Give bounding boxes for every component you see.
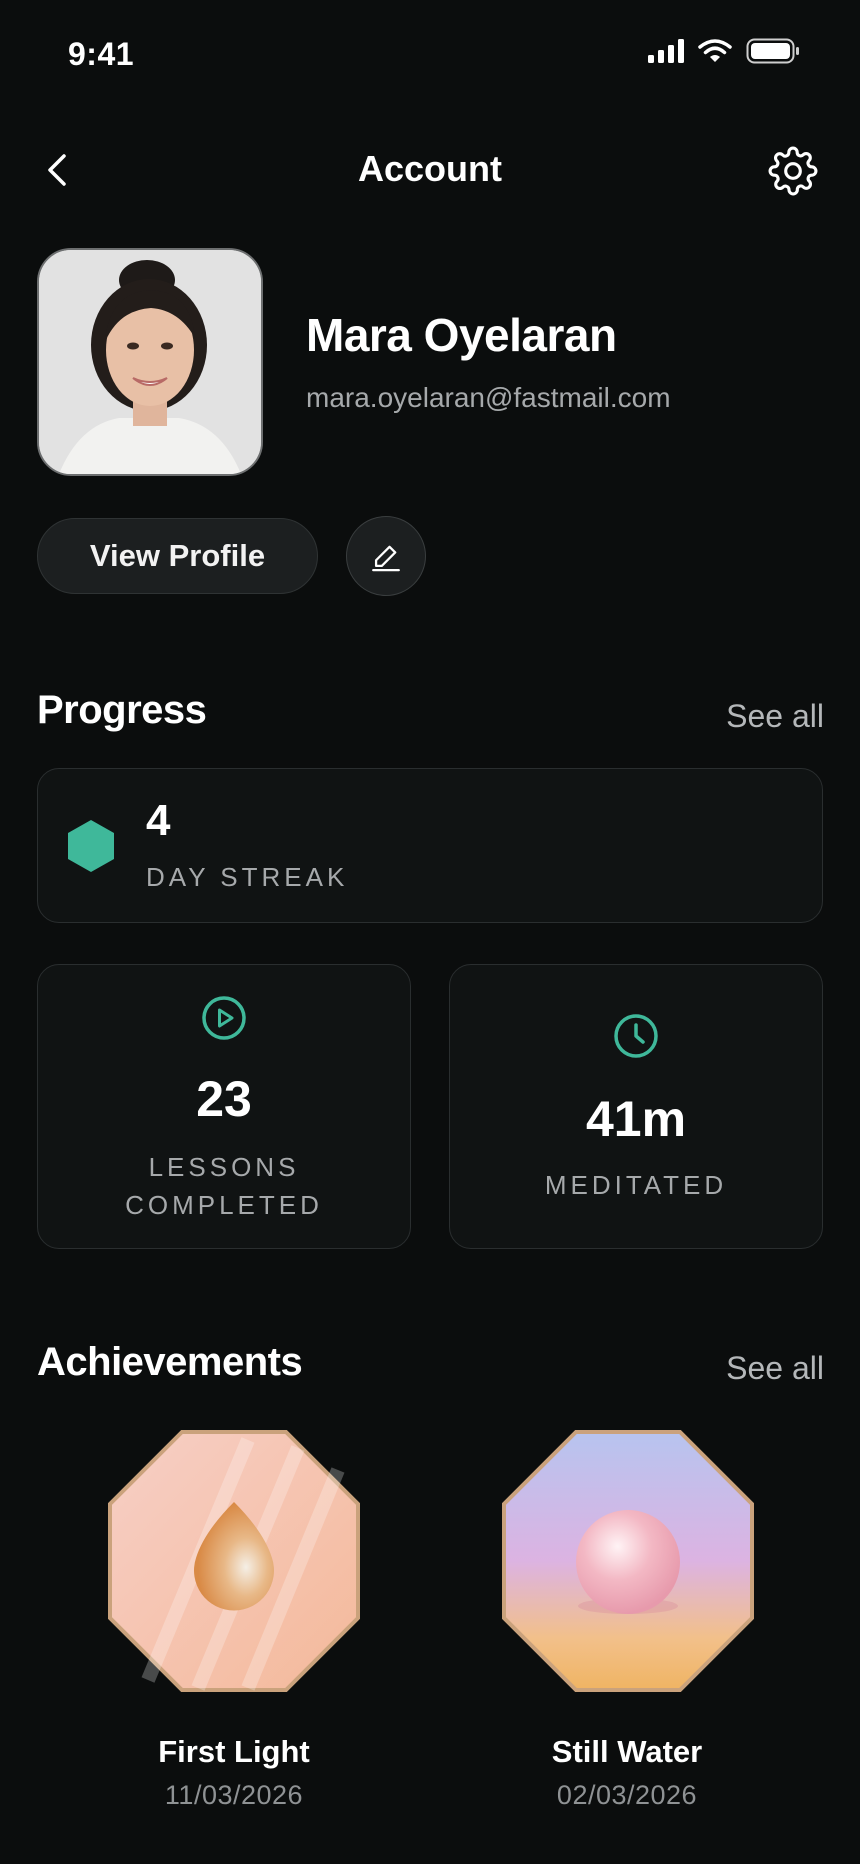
lessons-label-line2: COMPLETED	[125, 1190, 323, 1220]
achievement-title: First Light	[158, 1734, 310, 1769]
achievement-title: Still Water	[551, 1734, 703, 1769]
lessons-label-line1: LESSONS	[148, 1152, 300, 1182]
meditated-value: 41m	[585, 1091, 687, 1147]
page-title: Account	[358, 148, 502, 189]
streak-value: 4	[146, 796, 171, 845]
streak-label: DAY STREAK	[146, 862, 349, 892]
edit-profile-button[interactable]	[346, 516, 426, 596]
still-water-badge[interactable]	[502, 1430, 754, 1692]
progress-see-all-link[interactable]: See all	[726, 698, 824, 735]
gear-icon	[768, 146, 818, 196]
signal-icon	[648, 39, 684, 63]
status-time: 9:41	[68, 36, 135, 72]
achievement-date: 11/03/2026	[164, 1780, 304, 1810]
play-circle-icon	[202, 996, 246, 1040]
status-icons	[648, 38, 800, 64]
avatar[interactable]	[37, 248, 263, 476]
settings-button[interactable]	[768, 146, 818, 196]
achievements-title: Achievements	[37, 1340, 303, 1384]
avatar-photo	[39, 250, 261, 474]
profile-email: mara.oyelaran@fastmail.com	[306, 382, 671, 413]
clock-icon	[614, 1014, 658, 1058]
first-light-badge[interactable]	[108, 1430, 360, 1692]
lessons-value: 23	[196, 1071, 252, 1127]
achievements-see-all-link[interactable]: See all	[726, 1350, 824, 1387]
hexagon-icon	[68, 820, 114, 872]
profile-name: Mara Oyelaran	[306, 309, 617, 361]
battery-icon	[746, 38, 799, 64]
wifi-icon	[698, 39, 732, 62]
meditated-label: MEDITATED	[544, 1170, 728, 1200]
progress-title: Progress	[37, 688, 207, 732]
view-profile-button[interactable]: View Profile	[37, 518, 318, 594]
pencil-icon	[372, 545, 400, 572]
achievement-date: 02/03/2026	[556, 1780, 698, 1810]
